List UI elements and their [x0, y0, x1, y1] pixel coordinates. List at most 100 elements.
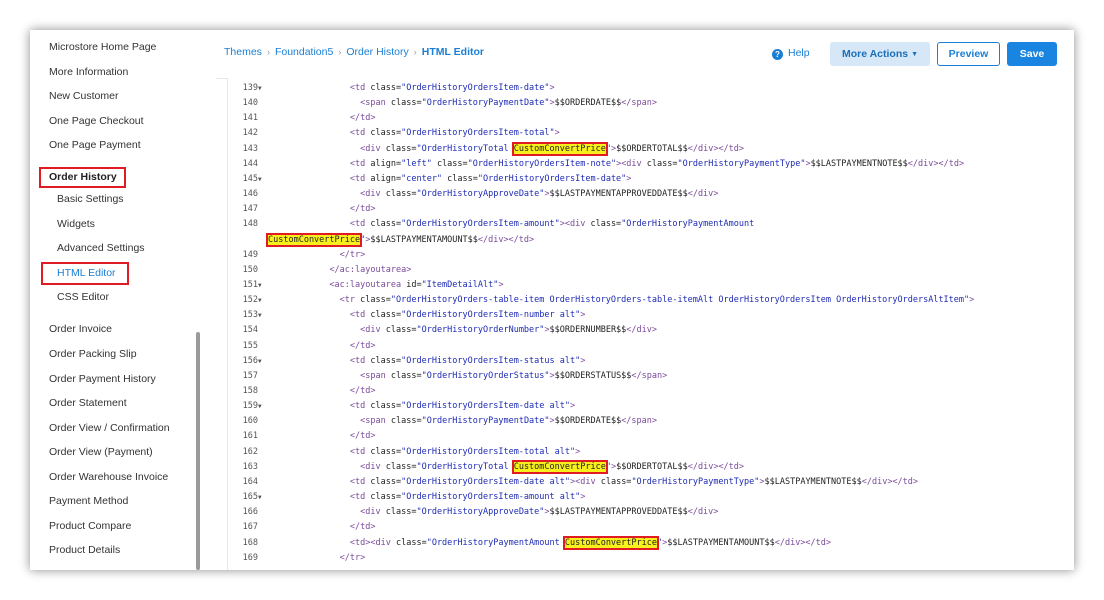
code-token: class=	[390, 98, 422, 109]
code-token: "OrderHistoryApproveDate"	[416, 507, 545, 518]
code-line[interactable]: 141 </td>	[228, 111, 1074, 126]
code-line[interactable]: 139 ▼ <td class="OrderHistoryOrdersItem-da…	[228, 81, 1074, 96]
code-line[interactable]: 149 </tr>	[228, 248, 1074, 263]
sidebar-item-one-page-checkout[interactable]: One Page Checkout	[49, 114, 144, 128]
code-line[interactable]: 144 <td align="left" class="OrderHistoryO…	[228, 157, 1074, 172]
code-line[interactable]: 152 ▼ <tr class="OrderHistoryOrders-table-…	[228, 293, 1074, 308]
sidebar-item-order-view-confirmation[interactable]: Order View / Confirmation	[49, 421, 170, 435]
sidebar-item-order-invoice[interactable]: Order Invoice	[49, 322, 112, 336]
code-line[interactable]: 165 ▼ <td class="OrderHistoryOrdersItem-am…	[228, 490, 1074, 505]
code-line[interactable]: 163 <div class="OrderHistoryTotal CustomC…	[228, 459, 1074, 475]
sidebar-item-order-view-payment[interactable]: Order View (Payment)	[49, 445, 153, 459]
code-line[interactable]: 160 <span class="OrderHistoryPaymentDate"…	[228, 414, 1074, 429]
code-line[interactable]: 155 </td>	[228, 339, 1074, 354]
sidebar-item-order-payment-history[interactable]: Order Payment History	[49, 372, 156, 386]
code-text: <div class="OrderHistoryApproveDate">$$L…	[360, 187, 718, 202]
sidebar-item-widgets[interactable]: Widgets	[57, 217, 95, 231]
code-line[interactable]: 156 ▼ <td class="OrderHistoryOrdersItem-st…	[228, 354, 1074, 369]
sidebar-item-order-statement[interactable]: Order Statement	[49, 396, 127, 410]
sidebar-item-basic-settings[interactable]: Basic Settings	[57, 192, 124, 206]
line-number: 158	[242, 386, 258, 396]
help-link[interactable]: ? Help	[772, 47, 810, 60]
code-line[interactable]: 161 </td>	[228, 429, 1074, 444]
code-line[interactable]: 157 <span class="OrderHistoryOrderStatus"…	[228, 369, 1074, 384]
sidebar-item-order-packing-slip[interactable]: Order Packing Slip	[49, 347, 137, 361]
code-token: "left"	[401, 158, 437, 169]
line-number: 157	[242, 370, 258, 381]
more-actions-button[interactable]: More Actions ▼	[830, 42, 930, 66]
fold-toggle-icon[interactable]: ▼	[258, 81, 262, 96]
sidebar: Microstore Home Page More Information New …	[30, 30, 216, 570]
code-text: </td>	[350, 111, 376, 126]
fold-toggle-icon[interactable]: ▼	[258, 293, 262, 308]
code-token: class=	[360, 295, 391, 306]
code-token: >	[570, 401, 576, 412]
html-code-editor[interactable]: 139 ▼ <td class="OrderHistoryOrdersItem-da…	[227, 78, 1074, 570]
code-token: "OrderHistoryOrders-table-item OrderHist…	[390, 295, 970, 306]
code-line[interactable]: 162 <td class="OrderHistoryOrdersItem-tot…	[228, 445, 1074, 460]
fold-toggle-icon[interactable]: ▼	[258, 354, 262, 369]
code-token: "OrderHistoryApproveDate"	[416, 189, 545, 200]
preview-button[interactable]: Preview	[937, 42, 1000, 66]
code-line[interactable]: 154 <div class="OrderHistoryOrderNumber">…	[228, 323, 1074, 338]
code-line[interactable]: 145 ▼ <td align="center" class="OrderHisto…	[228, 172, 1074, 187]
code-token: class=	[370, 83, 402, 93]
code-token: </tr>	[339, 249, 366, 260]
code-line[interactable]: 143 <div class="OrderHistoryTotal CustomC…	[228, 141, 1074, 157]
app-window: Microstore Home Page More Information New …	[30, 30, 1074, 570]
code-line[interactable]: 158 </td>	[228, 384, 1074, 399]
code-token: </div></td>	[861, 476, 919, 487]
code-token: "center"	[401, 173, 448, 184]
fold-toggle-icon[interactable]: ▼	[258, 490, 262, 505]
sidebar-item-product-compare[interactable]: Product Compare	[49, 519, 131, 533]
code-line[interactable]: 148 <td class="OrderHistoryOrdersItem-amo…	[228, 217, 1074, 232]
code-line[interactable]: 166 <div class="OrderHistoryApproveDate">…	[228, 505, 1074, 520]
sidebar-item-advanced-settings[interactable]: Advanced Settings	[57, 241, 145, 255]
code-token: class=	[385, 325, 417, 336]
fold-toggle-icon[interactable]: ▼	[258, 278, 262, 293]
code-token: >	[554, 128, 560, 139]
code-line[interactable]: 147 </td>	[228, 202, 1074, 217]
code-token: </td>	[349, 340, 376, 351]
code-line[interactable]: CustomConvertPrice">$$LASTPAYMENTAMOUNT$…	[228, 232, 1074, 248]
sidebar-item-new-customer[interactable]: New Customer	[49, 89, 118, 103]
code-token: "OrderHistoryOrdersItem-date alt"	[401, 476, 570, 487]
code-line[interactable]: 146 <div class="OrderHistoryApproveDate">…	[228, 187, 1074, 202]
sidebar-item-microstore-home-page[interactable]: Microstore Home Page	[49, 40, 156, 54]
breadcrumb-order-history[interactable]: Order History	[346, 46, 408, 58]
code-token: $$LASTPAYMENTAPPROVEDDATE$$	[549, 507, 688, 518]
code-line[interactable]: 153 ▼ <td class="OrderHistoryOrdersItem-nu…	[228, 308, 1074, 323]
code-token: <td	[349, 446, 371, 457]
fold-toggle-icon[interactable]: ▼	[258, 399, 262, 414]
code-line[interactable]: 168 <td><div class="OrderHistoryPaymentAm…	[228, 535, 1074, 551]
code-text: <td class="OrderHistoryOrdersItem-date a…	[350, 475, 918, 490]
code-token: $$LASTPAYMENTNOTE$$	[764, 476, 862, 487]
sidebar-item-one-page-payment[interactable]: One Page Payment	[49, 138, 141, 152]
code-token: </div>	[687, 189, 719, 200]
sidebar-scrollbar[interactable]	[196, 332, 200, 570]
code-line[interactable]: 150 </ac:layoutarea>	[228, 263, 1074, 278]
more-actions-label: More Actions	[841, 48, 909, 60]
code-line[interactable]: 169 </tr>	[228, 551, 1074, 566]
code-line[interactable]: 140 <span class="OrderHistoryPaymentDate"…	[228, 96, 1074, 111]
sidebar-item-payment-method[interactable]: Payment Method	[49, 494, 128, 508]
sidebar-item-product-details[interactable]: Product Details	[49, 543, 120, 557]
sidebar-item-more-information[interactable]: More Information	[49, 65, 128, 79]
breadcrumb-themes[interactable]: Themes	[224, 46, 262, 58]
code-line[interactable]: 159 ▼ <td class="OrderHistoryOrdersItem-da…	[228, 399, 1074, 414]
fold-toggle-icon[interactable]: ▼	[258, 172, 262, 187]
save-button[interactable]: Save	[1007, 42, 1057, 66]
code-line[interactable]: 151 ▼ <ac:layoutarea id="ItemDetailAlt">	[228, 278, 1074, 293]
code-line[interactable]: 142 <td class="OrderHistoryOrdersItem-tot…	[228, 126, 1074, 141]
sidebar-item-order-warehouse-invoice[interactable]: Order Warehouse Invoice	[49, 470, 168, 484]
fold-toggle-icon[interactable]: ▼	[258, 308, 262, 323]
code-token: <span	[360, 98, 391, 109]
code-line[interactable]: 167 </td>	[228, 520, 1074, 535]
code-token: "OrderHistoryOrdersItem-status alt"	[401, 355, 581, 366]
breadcrumb-foundation5[interactable]: Foundation5	[275, 46, 333, 58]
code-token: <td	[349, 128, 371, 139]
code-token: <div	[370, 537, 396, 548]
code-line[interactable]: 164 <td class="OrderHistoryOrdersItem-dat…	[228, 475, 1074, 490]
sidebar-item-css-editor[interactable]: CSS Editor	[57, 290, 109, 304]
code-token: <tr	[339, 295, 361, 306]
